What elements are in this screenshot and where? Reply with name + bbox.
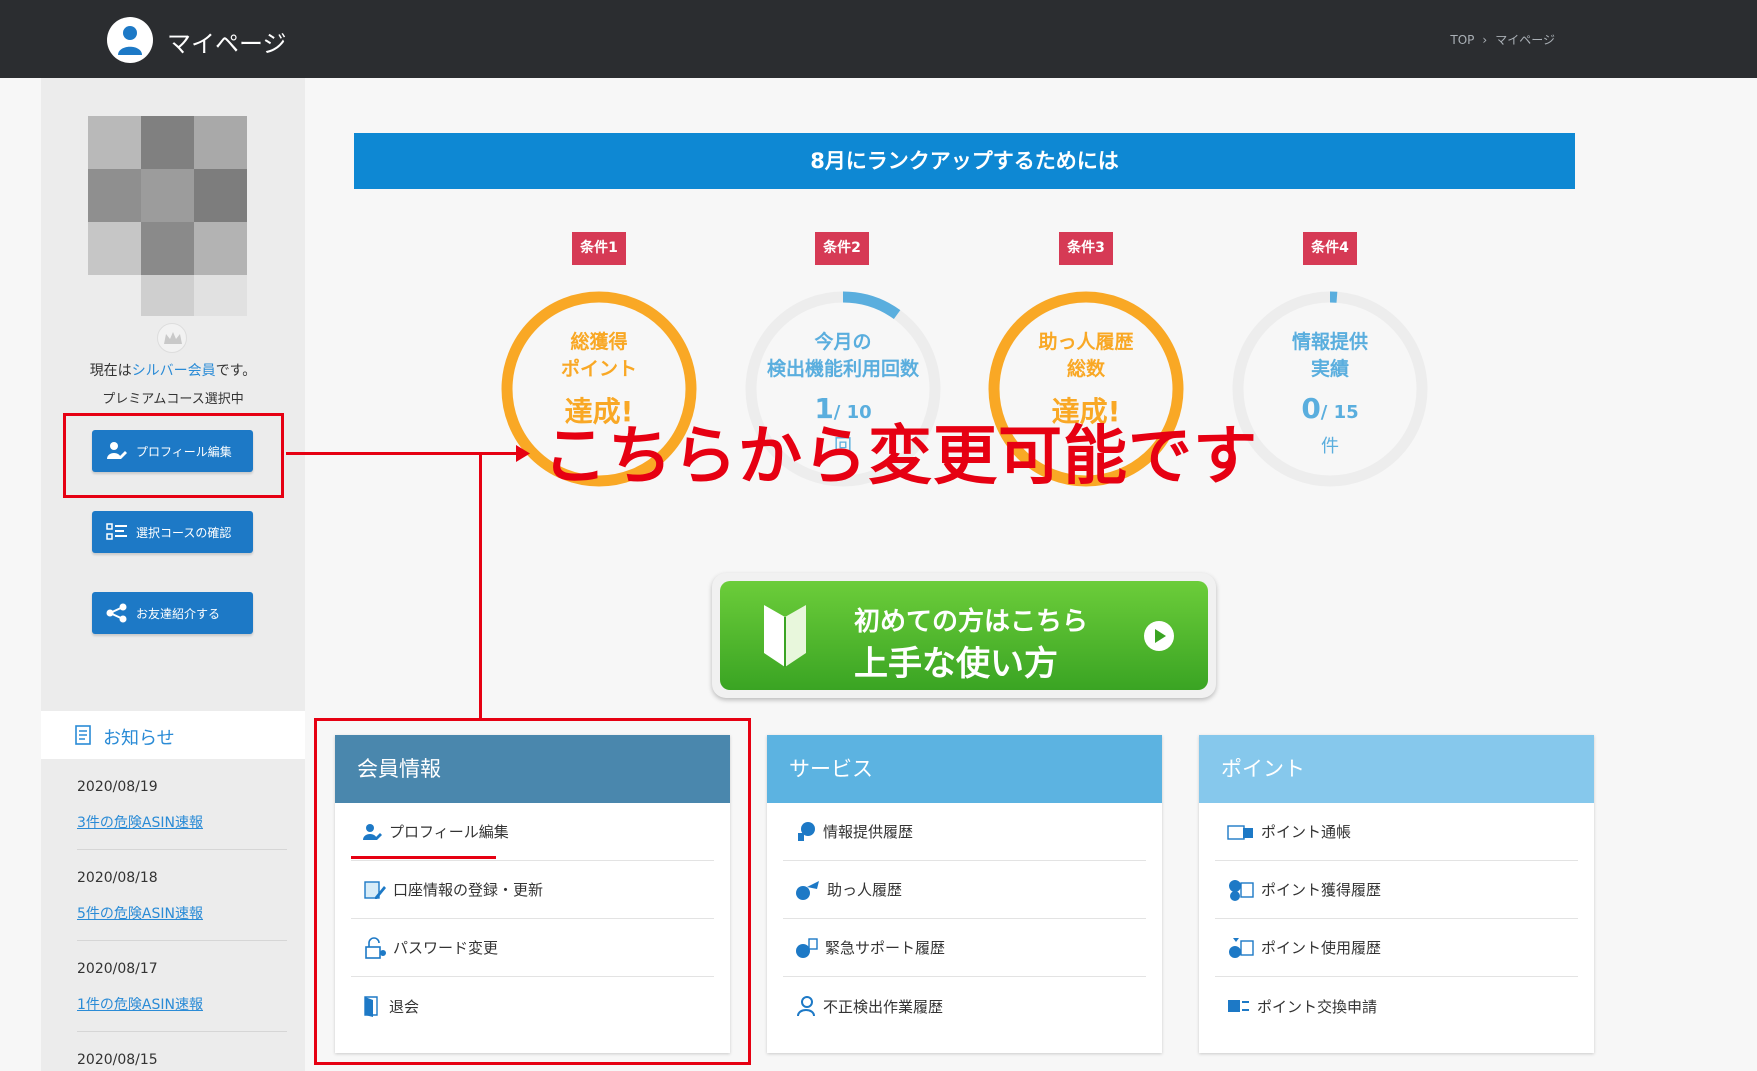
condition-label-line1: 総獲得 xyxy=(570,331,628,353)
news-link[interactable]: 3件の危険ASIN速報 xyxy=(77,812,203,832)
condition-label-line2: 実績 xyxy=(1310,358,1349,380)
condition-label: 今月の検出機能利用回数 xyxy=(743,329,943,383)
panel-points: ポイント ポイント通帳 ポイント獲得履歴 ポイント使用履歴 ポイント交換申請 xyxy=(1199,735,1594,1053)
condition-label: 総獲得 ポイント xyxy=(499,329,699,383)
condition-progress-ring xyxy=(1232,291,1428,487)
my-page: マイページ TOP › マイページ 現在はシルバー会員です。 プレミアムコース選択中… xyxy=(0,0,1757,1071)
panel-link-label: ポイント通帳 xyxy=(1261,823,1352,841)
course-check-label: 選択コースの確認 xyxy=(136,525,232,540)
document-icon xyxy=(75,725,91,745)
annotation-callout: こちらから変更可能です xyxy=(543,420,1258,494)
condition-label-line2: 総数 xyxy=(1066,358,1105,380)
news-item: 2020/08/19 3件の危険ASIN速報 xyxy=(77,759,287,850)
annotation-underline xyxy=(351,856,496,859)
news-title: お知らせ xyxy=(103,728,175,749)
breadcrumb: TOP › マイページ xyxy=(1446,31,1559,48)
helper-history-icon xyxy=(796,880,819,900)
panel-link[interactable]: ポイント使用履歴 xyxy=(1215,919,1578,977)
condition-tag: 条件2 xyxy=(815,232,869,265)
news-item: 2020/08/15 xyxy=(77,1032,287,1071)
share-icon xyxy=(106,603,127,623)
page-title: マイページ xyxy=(167,30,287,58)
annotation-highlight-box xyxy=(63,413,284,498)
breadcrumb-top[interactable]: TOP xyxy=(1450,33,1474,47)
panel-title: ポイント xyxy=(1199,735,1594,803)
emergency-support-icon xyxy=(796,937,818,958)
guide-button-face: 初めての方はこちら 上手な使い方 xyxy=(720,581,1208,690)
condition-count: 0/ 15 xyxy=(1230,392,1430,425)
condition-label: 助っ人履歴 総数 xyxy=(986,329,1186,383)
info-history-icon xyxy=(798,821,815,841)
news-date: 2020/08/17 xyxy=(77,961,158,977)
news-link[interactable]: 1件の危険ASIN速報 xyxy=(77,994,203,1014)
panel-link[interactable]: ポイント獲得履歴 xyxy=(1215,861,1578,919)
condition-count-total: / 15 xyxy=(1320,402,1359,423)
news-item: 2020/08/18 5件の危険ASIN速報 xyxy=(77,850,287,941)
membership-rank: 現在はシルバー会員です。 xyxy=(41,360,305,380)
panel-link-label: 緊急サポート履歴 xyxy=(825,939,946,957)
beginner-mark-icon xyxy=(764,605,806,667)
guide-line1: 初めての方はこちら xyxy=(854,607,1089,637)
condition-label-line1: 今月の xyxy=(814,331,872,353)
rank-prefix: 現在は xyxy=(89,363,132,379)
news-item: 2020/08/17 1件の危険ASIN速報 xyxy=(77,941,287,1032)
news-list: 2020/08/19 3件の危険ASIN速報 2020/08/18 5件の危険A… xyxy=(41,759,305,1071)
condition-count-value: 0 xyxy=(1301,392,1321,425)
news-date: 2020/08/19 xyxy=(77,779,158,795)
condition-tag: 条件3 xyxy=(1059,232,1113,265)
checklist-icon xyxy=(106,523,127,540)
condition-tag: 条件4 xyxy=(1303,232,1357,265)
condition-label-line2: ポイント xyxy=(560,358,637,380)
news-date: 2020/08/15 xyxy=(77,1052,158,1068)
beginner-guide-button[interactable]: 初めての方はこちら 上手な使い方 xyxy=(712,573,1216,698)
point-exchange-icon xyxy=(1228,1000,1249,1012)
rank-suffix: です。 xyxy=(215,363,257,379)
panel-link[interactable]: 情報提供履歴 xyxy=(783,803,1146,861)
profile-image-mosaic xyxy=(88,116,247,316)
news-date: 2020/08/18 xyxy=(77,870,158,886)
selected-course: プレミアムコース選択中 xyxy=(102,392,244,407)
panel-link[interactable]: ポイント交換申請 xyxy=(1215,977,1578,1035)
rank-up-banner: 8月にランクアップするためには xyxy=(354,133,1575,189)
panel-link-label: ポイント獲得履歴 xyxy=(1261,881,1382,899)
panel-link-label: ポイント交換申請 xyxy=(1257,997,1378,1016)
panel-services: サービス 情報提供履歴 助っ人履歴 緊急サポート履歴 不正検出作業履歴 xyxy=(767,735,1162,1053)
user-avatar-icon xyxy=(107,17,153,63)
condition-label-line2: 検出機能利用回数 xyxy=(766,358,919,380)
play-icon xyxy=(1144,621,1174,651)
panel-link-label: 情報提供履歴 xyxy=(823,823,914,841)
fraud-detect-icon xyxy=(797,996,815,1017)
panel-link[interactable]: 緊急サポート履歴 xyxy=(783,919,1146,977)
annotation-connector xyxy=(479,452,482,718)
panel-link-label: 助っ人履歴 xyxy=(827,881,903,899)
invite-friend-button[interactable]: お友達紹介する xyxy=(92,592,253,634)
point-passbook-icon xyxy=(1227,824,1253,840)
crown-icon xyxy=(157,323,187,353)
breadcrumb-separator: › xyxy=(1482,33,1488,47)
condition-label: 情報提供 実績 xyxy=(1230,329,1430,383)
panel-link-label: 不正検出作業履歴 xyxy=(823,997,944,1016)
header-bar: マイページ TOP › マイページ xyxy=(0,0,1757,78)
panel-title: サービス xyxy=(767,735,1162,803)
panel-link-label: ポイント使用履歴 xyxy=(1261,939,1382,957)
news-link[interactable]: 5件の危険ASIN速報 xyxy=(77,903,203,923)
course-check-button[interactable]: 選択コースの確認 xyxy=(92,511,253,553)
annotation-arrowhead xyxy=(516,445,530,462)
panel-link[interactable]: 助っ人履歴 xyxy=(783,861,1146,919)
point-use-history-icon xyxy=(1229,937,1254,958)
annotation-connector xyxy=(286,452,485,455)
invite-friend-label: お友達紹介する xyxy=(136,606,221,621)
news-header: お知らせ xyxy=(41,711,305,759)
condition-tag: 条件1 xyxy=(572,232,626,265)
panel-link[interactable]: 不正検出作業履歴 xyxy=(783,977,1146,1035)
rank-link[interactable]: シルバー会員 xyxy=(132,363,216,379)
point-earn-history-icon xyxy=(1229,879,1254,901)
annotation-highlight-box xyxy=(314,718,751,1065)
breadcrumb-current: マイページ xyxy=(1495,33,1555,47)
condition-label-line1: 情報提供 xyxy=(1291,331,1368,353)
condition-unit: 件 xyxy=(1321,436,1339,457)
panel-link[interactable]: ポイント通帳 xyxy=(1215,803,1578,861)
guide-line2: 上手な使い方 xyxy=(854,644,1058,684)
condition-label-line1: 助っ人履歴 xyxy=(1038,331,1134,353)
